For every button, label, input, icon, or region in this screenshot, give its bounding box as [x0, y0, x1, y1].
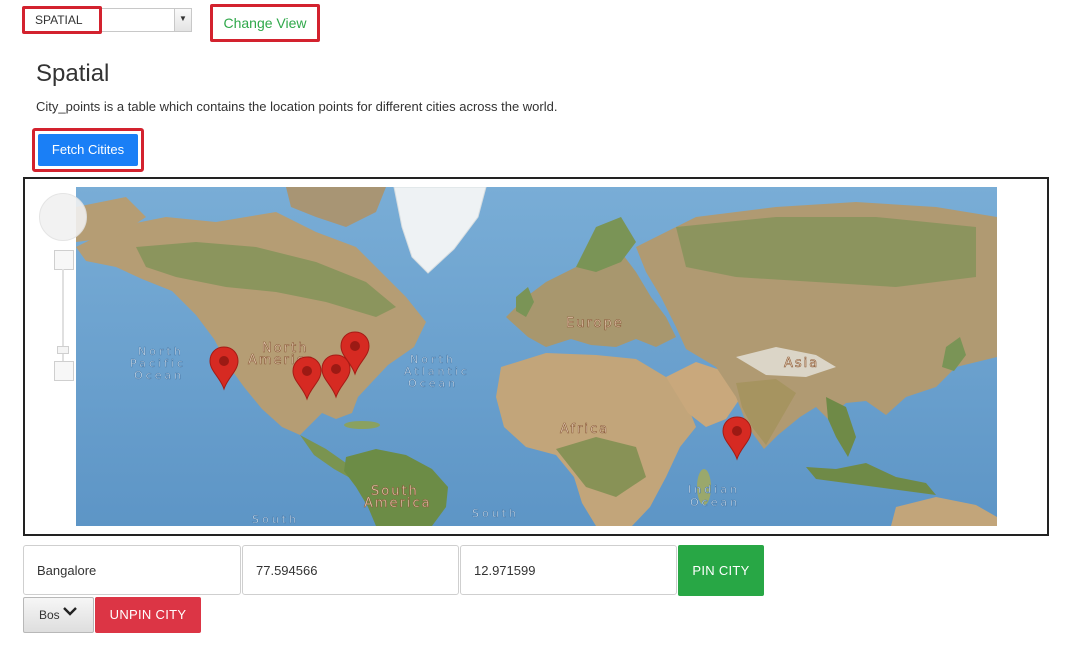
map-label-indian-ocean-2: Ocean — [690, 496, 740, 509]
map-label-north-pacific-3: Ocean — [134, 369, 184, 382]
chevron-down-icon — [62, 603, 78, 624]
fetch-cities-button[interactable]: Fetch Citites — [38, 134, 138, 166]
page-description: City_points is a table which contains th… — [36, 99, 558, 114]
zoom-pan-control[interactable] — [39, 193, 87, 241]
map-label-south-atlantic: South — [472, 507, 519, 520]
cuba — [344, 421, 380, 429]
city-select[interactable]: Bos — [23, 597, 94, 633]
city-name-input[interactable] — [23, 545, 241, 595]
view-select-arrow[interactable]: ▼ — [174, 9, 191, 31]
map-label-north-atlantic-3: Ocean — [408, 377, 458, 390]
highlight-frame-fetch: Fetch Citites — [32, 128, 144, 172]
latitude-input[interactable] — [460, 545, 677, 595]
map-label-south-pacific: South — [252, 513, 299, 526]
zoom-out-button[interactable] — [54, 361, 74, 381]
map-container[interactable]: North America Europe Asia Africa South A… — [23, 177, 1049, 536]
highlight-frame-select — [22, 6, 102, 34]
zoom-slider-handle[interactable] — [57, 346, 69, 354]
city-select-value: Bos — [39, 608, 60, 622]
map-label-asia: Asia — [784, 356, 819, 371]
map-label-europe: Europe — [566, 316, 624, 331]
change-view-button[interactable]: Change View — [210, 4, 320, 42]
caret-down-icon: ▼ — [179, 14, 187, 23]
zoom-in-button[interactable] — [54, 250, 74, 270]
map-label-south-america-2: America — [364, 496, 432, 511]
map-label-africa: Africa — [560, 422, 609, 437]
world-map[interactable]: North America Europe Asia Africa South A… — [76, 187, 997, 526]
page-title: Spatial — [36, 60, 110, 87]
pin-city-button[interactable]: PIN CITY — [678, 545, 764, 596]
map-label-indian-ocean-1: Indian — [688, 483, 740, 496]
unpin-city-button[interactable]: UNPIN CITY — [95, 597, 201, 633]
longitude-input[interactable] — [242, 545, 459, 595]
